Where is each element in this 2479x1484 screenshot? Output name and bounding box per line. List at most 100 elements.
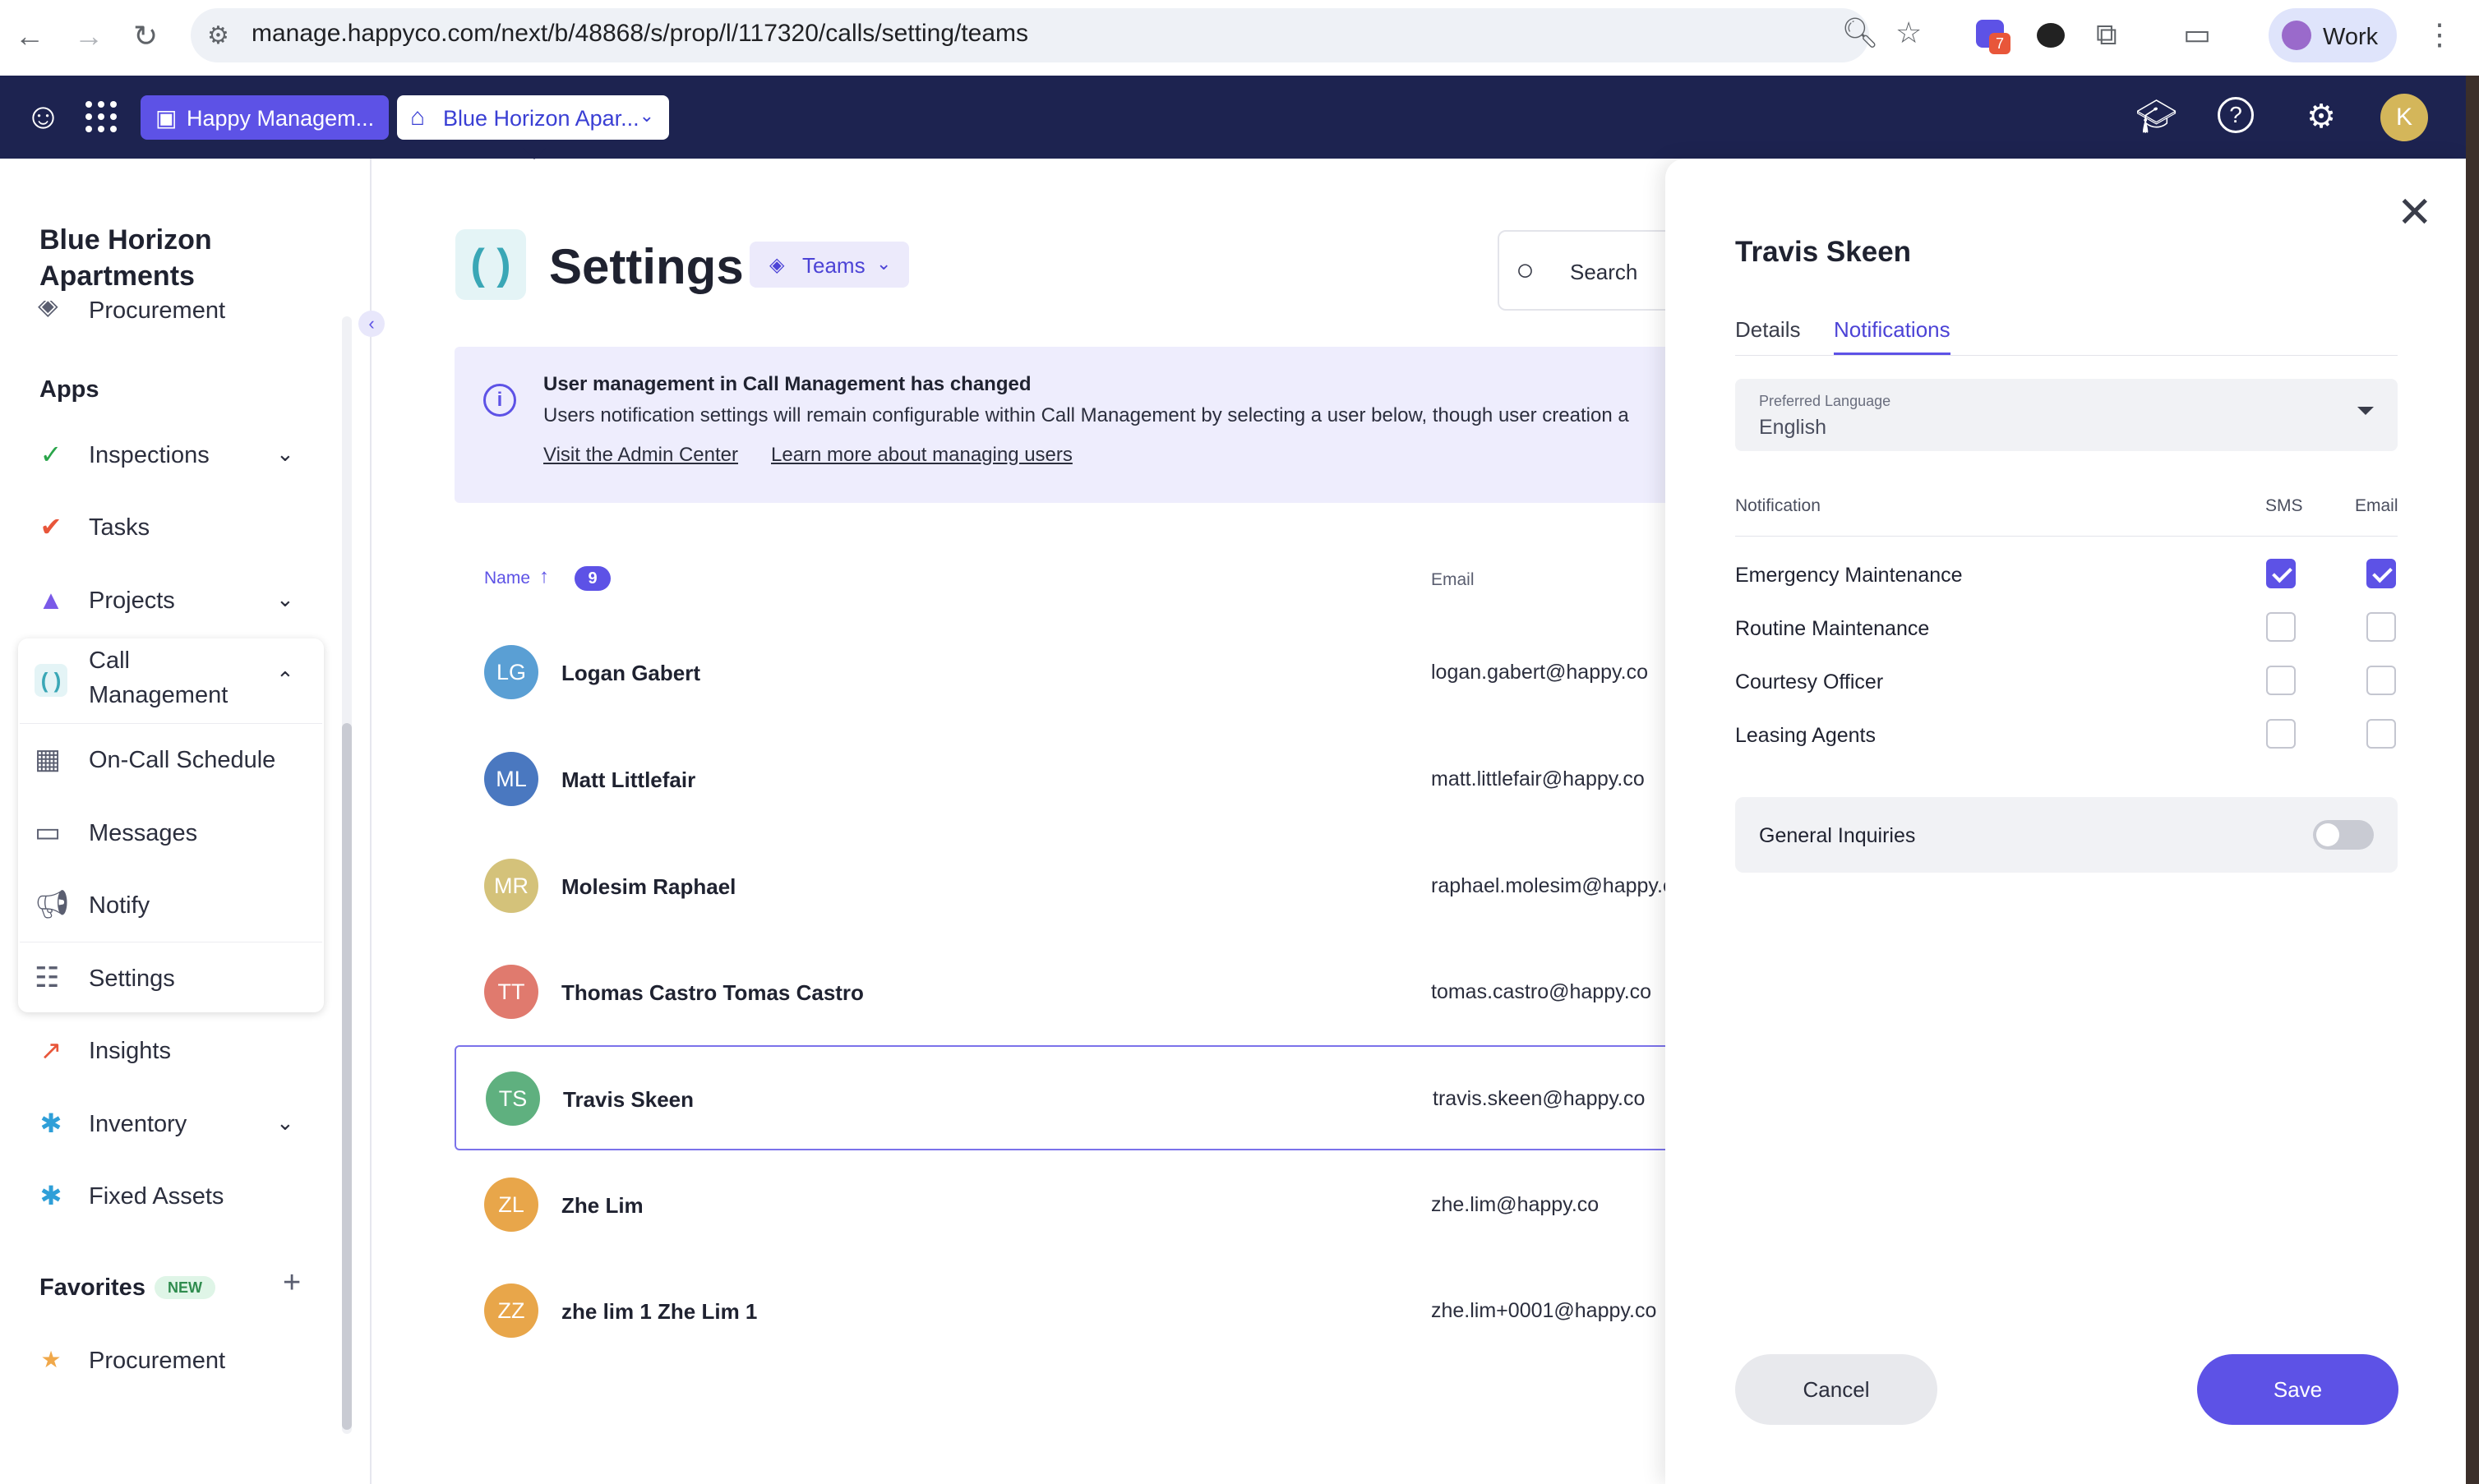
admin-center-link[interactable]: Visit the Admin Center: [543, 444, 738, 467]
chevron-up-icon[interactable]: ⌃: [276, 667, 294, 693]
user-avatar[interactable]: K: [2380, 94, 2428, 141]
column-header-name[interactable]: Name: [484, 569, 530, 588]
sidebar-item-inspections[interactable]: ✓ Inspections ⌄: [33, 430, 312, 479]
sidebar-item-call-management[interactable]: ( ) Call Management ⌃: [33, 648, 312, 721]
graduation-cap-icon[interactable]: 🎓︎: [2135, 97, 2177, 136]
tabs-divider: [1735, 355, 2398, 356]
sidebar-item-procurement-partial[interactable]: ◈ Procurement: [38, 301, 317, 325]
row-name: Matt Littlefair: [561, 767, 696, 792]
happyco-logo-icon[interactable]: ☺: [25, 95, 67, 138]
extensions-puzzle-icon[interactable]: ⧉: [2096, 20, 2117, 49]
gear-icon[interactable]: ⚙: [2301, 97, 2341, 136]
search-icon: ○: [1516, 253, 1535, 288]
sms-checkbox[interactable]: [2266, 719, 2296, 749]
sidebar-item-insights[interactable]: ↗ Insights: [33, 1025, 312, 1075]
chevron-down-icon[interactable]: ⌄: [276, 1110, 294, 1136]
sidebar-item-label: Call: [89, 648, 130, 674]
row-email: raphael.molesim@happy.co: [1431, 874, 1685, 897]
sidebar-item-label: Procurement: [89, 1348, 226, 1374]
save-button[interactable]: Save: [2197, 1354, 2398, 1425]
back-arrow-icon[interactable]: ←: [15, 21, 44, 51]
column-header-sms: SMS: [2265, 496, 2303, 515]
table-row[interactable]: TS Travis Skeen travis.skeen@happy.co: [455, 1045, 1737, 1150]
sidebar-item-fixed-assets[interactable]: ✱ Fixed Assets: [33, 1171, 312, 1220]
table-row[interactable]: ZL Zhe Lim zhe.lim@happy.co: [455, 1153, 1737, 1258]
table-row[interactable]: ML Matt Littlefair matt.littlefair@happy.c…: [455, 727, 1737, 832]
search-placeholder: Search: [1570, 260, 1638, 284]
banner-body: Users notification settings will remain …: [543, 404, 1629, 426]
property-switcher-button[interactable]: ⌂ Blue Horizon Apar... ⌄: [397, 95, 669, 140]
general-inquiries-label: General Inquiries: [1759, 824, 1916, 847]
preferred-language-select[interactable]: [1735, 379, 2398, 451]
table-row[interactable]: TT Thomas Castro Tomas Castro tomas.castro…: [455, 940, 1737, 1045]
tab-details[interactable]: Details: [1735, 317, 1800, 343]
chevron-down-icon[interactable]: ⌄: [276, 587, 294, 612]
sidebar-item-projects[interactable]: ▲ Projects ⌄: [33, 575, 312, 624]
avatar: ZZ: [484, 1284, 538, 1338]
row-email: travis.skeen@happy.co: [1433, 1087, 1646, 1110]
collapse-sidebar-icon[interactable]: ‹: [358, 311, 385, 337]
cancel-button[interactable]: Cancel: [1735, 1354, 1937, 1425]
sms-checkbox[interactable]: [2266, 612, 2296, 642]
email-checkbox[interactable]: [2366, 666, 2396, 695]
sidebar-scrollbar-thumb[interactable]: [342, 723, 352, 1430]
favorite-item-procurement[interactable]: ★ Procurement: [33, 1335, 312, 1385]
reload-icon[interactable]: ↻: [133, 21, 158, 51]
divider: [1735, 536, 2398, 537]
row-name: Thomas Castro Tomas Castro: [561, 980, 864, 1005]
banner-title: User management in Call Management has c…: [543, 373, 1032, 395]
extension-disc-icon[interactable]: [2037, 23, 2065, 48]
company-switcher-button[interactable]: ▣ Happy Managem...: [141, 95, 389, 140]
fixed-assets-icon: ✱: [39, 1181, 62, 1210]
caret-down-icon: [2357, 407, 2374, 415]
sidebar-item-label: Tasks: [89, 514, 150, 541]
sort-ascending-icon[interactable]: ↑: [539, 565, 549, 588]
chevron-down-icon[interactable]: ⌄: [276, 441, 294, 467]
browser-menu-icon[interactable]: ⋮: [2425, 20, 2454, 49]
sidebar-item-messages[interactable]: ▭ Messages: [33, 808, 312, 857]
sidebar-item-notify[interactable]: 📢︎ Notify: [33, 880, 312, 929]
profile-label: Work: [2323, 24, 2379, 50]
learn-more-link[interactable]: Learn more about managing users: [771, 444, 1073, 467]
email-checkbox[interactable]: [2366, 559, 2396, 588]
site-info-icon[interactable]: ⚙: [207, 21, 229, 50]
teams-dropdown[interactable]: ◈ Teams ⌄: [750, 242, 909, 288]
bookmark-star-icon[interactable]: ☆: [1895, 18, 1922, 48]
active-tab-indicator: [1834, 353, 1950, 355]
sidebar-item-tasks[interactable]: ✔ Tasks: [33, 502, 312, 551]
zoom-icon[interactable]: 🔍︎: [1841, 18, 1879, 48]
sidebar-item-label: Notify: [89, 892, 150, 919]
column-header-email[interactable]: Email: [1431, 570, 1475, 590]
tab-search-icon[interactable]: ▭: [2183, 20, 2211, 49]
avatar: LG: [484, 645, 538, 699]
email-checkbox[interactable]: [2366, 612, 2396, 642]
sidebar-item-on-call-schedule[interactable]: ▦ On-Call Schedule: [33, 735, 312, 784]
url-text[interactable]: manage.happyco.com/next/b/48868/s/prop/l…: [252, 20, 1028, 48]
table-row[interactable]: MR Molesim Raphael raphael.molesim@happy.c…: [455, 834, 1737, 939]
tab-notifications[interactable]: Notifications: [1834, 317, 1950, 343]
call-management-icon: ( ): [35, 664, 67, 697]
add-favorite-icon[interactable]: +: [283, 1265, 301, 1301]
help-icon[interactable]: ?: [2218, 97, 2254, 133]
sms-checkbox[interactable]: [2266, 559, 2296, 588]
forward-arrow-icon[interactable]: →: [74, 21, 104, 51]
sidebar-item-label: Insights: [89, 1038, 171, 1064]
app-grid-icon[interactable]: [84, 99, 118, 134]
avatar: ML: [484, 752, 538, 806]
tasks-icon: ✔: [39, 512, 62, 542]
sms-checkbox[interactable]: [2266, 666, 2296, 695]
avatar: TS: [486, 1072, 540, 1126]
toggle-knob: [2316, 823, 2339, 846]
sidebar-item-inventory[interactable]: ✱ Inventory ⌄: [33, 1099, 312, 1148]
table-row[interactable]: ZZ zhe lim 1 Zhe Lim 1 zhe.lim+0001@happy.…: [455, 1259, 1737, 1364]
row-email: zhe.lim+0001@happy.co: [1431, 1299, 1657, 1322]
teams-dropdown-label: Teams: [802, 253, 866, 278]
favorites-heading: Favorites: [39, 1274, 145, 1301]
email-checkbox[interactable]: [2366, 719, 2396, 749]
sidebar-item-settings[interactable]: ☷ Settings: [33, 953, 312, 1002]
property-title: Blue Horizon Apartments: [39, 224, 212, 292]
table-row[interactable]: LG Logan Gabert logan.gabert@happy.co: [455, 620, 1737, 726]
row-email: zhe.lim@happy.co: [1431, 1193, 1600, 1216]
close-icon[interactable]: ✕: [2397, 191, 2433, 234]
row-name: Molesim Raphael: [561, 874, 736, 899]
